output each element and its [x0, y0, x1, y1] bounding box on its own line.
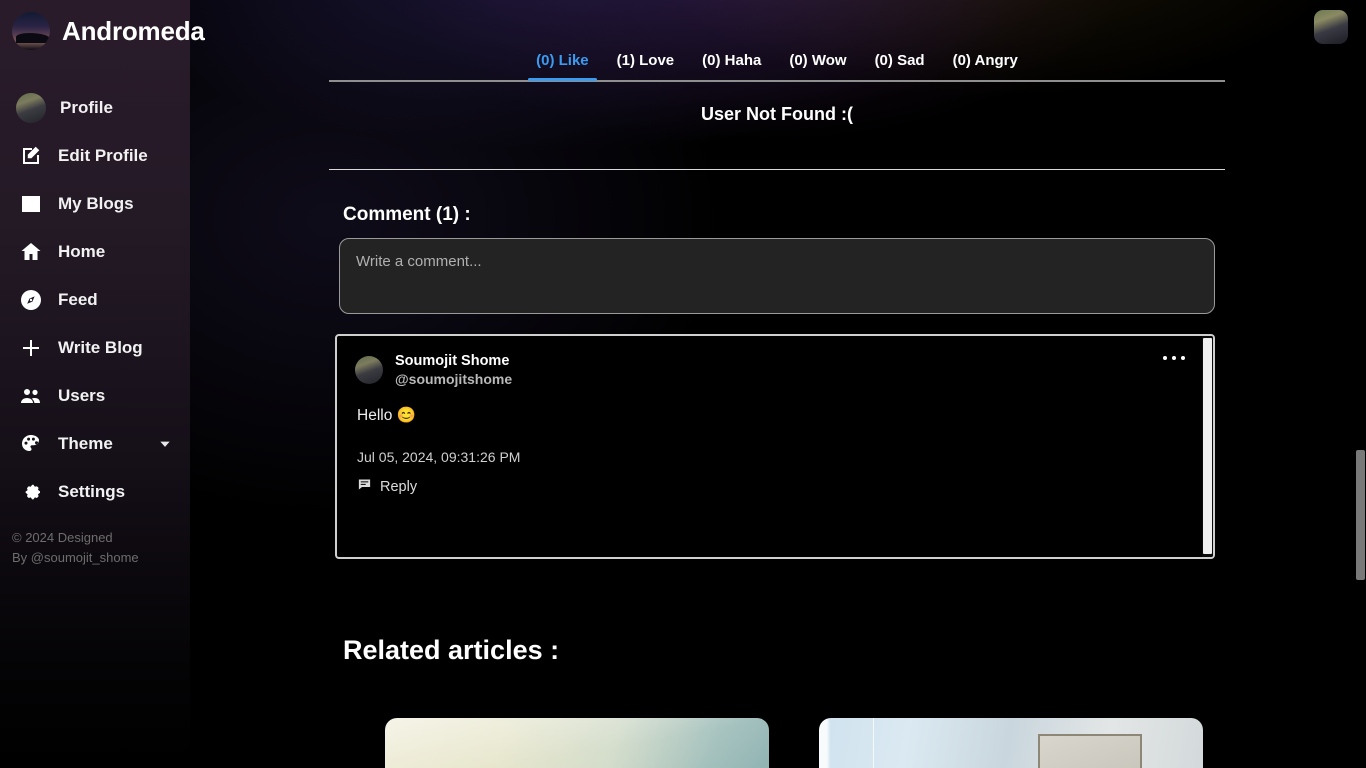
sidebar-item-users[interactable]: Users [0, 372, 190, 420]
palette-icon [18, 431, 44, 457]
comment-text: Hello 😊 [357, 407, 416, 424]
sidebar-item-feed[interactable]: Feed [0, 276, 190, 324]
sidebar-item-home[interactable]: Home [0, 228, 190, 276]
sidebar-item-label: Write Blog [58, 338, 143, 357]
sidebar-footer-line-1: © 2024 Designed [12, 530, 113, 545]
brand-title: Andromeda [62, 15, 205, 46]
comment-body-wrapper: Soumojit Shome @soumojitshome Hello 😊 Ju… [337, 336, 1213, 497]
sidebar-nav: Profile Edit Profile My Blogs Home Feed [0, 84, 190, 516]
compass-icon [18, 287, 44, 313]
user-avatar-icon[interactable] [1314, 10, 1348, 44]
user-avatar-icon [355, 356, 383, 384]
sidebar: Andromeda Profile Edit Profile My Blogs … [0, 0, 205, 768]
sidebar-item-label: Profile [60, 98, 113, 117]
sidebar-item-label: Settings [58, 482, 126, 501]
galaxy-avatar-icon [12, 12, 50, 50]
sidebar-item-label: My Blogs [58, 194, 134, 213]
plus-icon [18, 335, 44, 361]
related-article-card[interactable] [819, 718, 1203, 768]
sidebar-item-label: Users [58, 386, 106, 405]
sidebar-item-label: Edit Profile [58, 146, 148, 165]
gear-icon [18, 479, 44, 505]
comment-input[interactable] [339, 238, 1215, 314]
sidebar-item-write-blog[interactable]: Write Blog [0, 324, 190, 372]
sidebar-item-profile[interactable]: Profile [0, 84, 190, 132]
comment-item: Soumojit Shome @soumojitshome Hello 😊 Ju… [335, 334, 1215, 559]
comment-author-name: Soumojit Shome [395, 353, 510, 369]
image-icon [18, 191, 44, 217]
users-icon [18, 383, 44, 409]
sidebar-item-label: Theme [58, 434, 113, 453]
tab-wow[interactable]: (0) Wow [775, 52, 860, 79]
tab-like[interactable]: (0) Like [522, 52, 603, 81]
home-icon [18, 239, 44, 265]
comment-section-heading: Comment (1) : [343, 204, 471, 225]
comment-timestamp: Jul 05, 2024, 09:31:26 PM [357, 449, 521, 465]
sidebar-footer: © 2024 Designed By @soumojit_shome [12, 528, 182, 568]
page-scrollbar[interactable] [1354, 0, 1366, 768]
comment-card-scrollbar[interactable] [1202, 336, 1213, 557]
main-content: (0) Like (1) Love (0) Haha (0) Wow (0) S… [329, 0, 1225, 768]
brand[interactable]: Andromeda [0, 0, 205, 50]
sidebar-item-label: Feed [58, 290, 98, 309]
comment-icon [357, 477, 372, 496]
related-articles-list [329, 666, 1225, 768]
related-articles-heading: Related articles : [343, 635, 560, 665]
comment-reply-button[interactable]: Reply [355, 465, 417, 496]
user-avatar-icon [16, 93, 46, 123]
comment-input-wrapper [329, 238, 1225, 319]
comment-reply-label: Reply [380, 478, 418, 495]
related-article-card[interactable] [385, 718, 769, 768]
sidebar-footer-line-2: By @soumojit_shome [12, 550, 139, 565]
sidebar-item-label: Home [58, 242, 106, 261]
comment-author-handle: @soumojitshome [395, 371, 513, 387]
reaction-tabs: (0) Like (1) Love (0) Haha (0) Wow (0) S… [329, 0, 1225, 81]
reaction-empty-state: User Not Found :( [701, 104, 853, 124]
tab-love[interactable]: (1) Love [603, 52, 689, 79]
sidebar-item-my-blogs[interactable]: My Blogs [0, 180, 190, 228]
chevron-down-icon[interactable] [158, 437, 172, 451]
page-scrollbar-thumb[interactable] [1356, 450, 1365, 580]
tab-sad[interactable]: (0) Sad [861, 52, 939, 79]
tab-angry[interactable]: (0) Angry [939, 52, 1032, 79]
ellipsis-icon[interactable] [1163, 356, 1185, 360]
pencil-square-icon [18, 143, 44, 169]
comment-author[interactable]: Soumojit Shome @soumojitshome [355, 352, 1193, 388]
sidebar-item-settings[interactable]: Settings [0, 468, 190, 516]
sidebar-item-theme[interactable]: Theme [0, 420, 190, 468]
sidebar-item-edit-profile[interactable]: Edit Profile [0, 132, 190, 180]
tab-haha[interactable]: (0) Haha [688, 52, 775, 79]
